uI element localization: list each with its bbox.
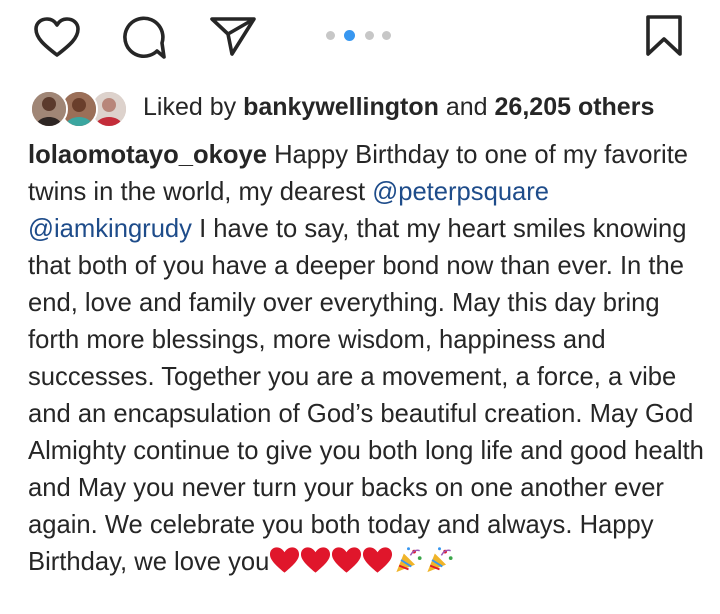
like-heart-icon[interactable] <box>33 16 81 58</box>
post-action-bar <box>0 0 720 80</box>
likes-row: Liked by bankywellington and 26,205 othe… <box>30 86 710 130</box>
liker-username[interactable]: bankywellington <box>243 93 439 121</box>
party-popper-icon <box>396 547 422 573</box>
share-send-icon[interactable] <box>209 14 257 58</box>
carousel-dot <box>382 31 391 40</box>
avatar[interactable] <box>30 90 68 128</box>
save-bookmark-icon[interactable] <box>644 14 684 58</box>
likes-prefix: Liked by <box>143 93 244 121</box>
caption-username[interactable]: lolaomotayo_okoye <box>28 141 267 169</box>
party-popper-icon <box>427 547 453 573</box>
carousel-dot-active <box>344 30 355 41</box>
comment-bubble-icon[interactable] <box>120 16 168 62</box>
likes-summary: Liked by bankywellington and 26,205 othe… <box>143 93 654 122</box>
carousel-dot <box>365 31 374 40</box>
carousel-dot <box>326 31 335 40</box>
red-heart-icon <box>301 547 331 573</box>
caption-text: I have to say, that my heart smiles know… <box>28 215 704 576</box>
likes-count[interactable]: 26,205 others <box>495 93 655 121</box>
red-heart-icon <box>270 547 300 573</box>
mention-link[interactable]: @peterpsquare <box>372 178 549 206</box>
mention-link[interactable]: @iamkingrudy <box>28 215 192 243</box>
red-heart-icon <box>363 547 393 573</box>
likes-middle: and <box>438 93 495 121</box>
red-heart-icon <box>332 547 362 573</box>
post-caption: lolaomotayo_okoye Happy Birthday to one … <box>28 137 708 581</box>
